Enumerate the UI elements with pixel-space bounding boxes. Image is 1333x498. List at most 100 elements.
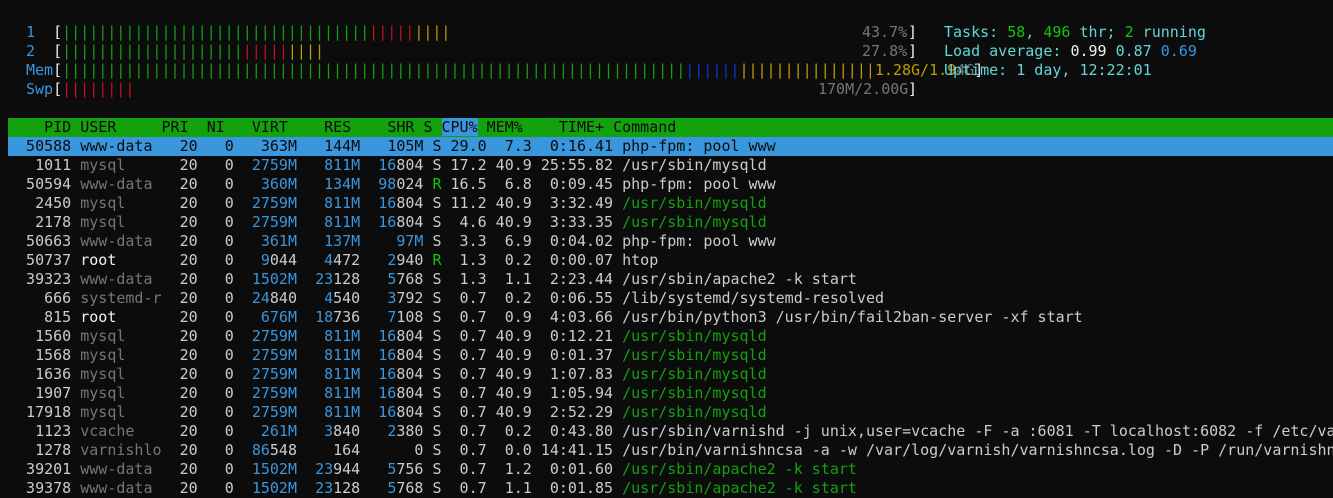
virt-cell: 2759M [251,365,297,383]
process-row[interactable]: 50663 www-data 20 0 361M 137M 97M S 3.3 … [8,232,1333,251]
pid-cell: 1636 [8,365,72,383]
process-row[interactable]: 1568 mysql 20 0 2759M 811M 16804 S 0.7 4… [8,346,1333,365]
res-cell: 811M [324,346,361,364]
shr-cell: 5756 [387,460,424,478]
shr-cell: 3792 [387,289,424,307]
mem-cell: 40.9 [486,346,532,364]
swp-meter: Swp[|||||||| [26,80,135,98]
pri-cell: 20 [161,137,198,155]
cpu-cell: 0.7 [441,308,487,326]
process-row[interactable]: 2450 mysql 20 0 2759M 811M 16804 S 11.2 … [8,194,1333,213]
process-row[interactable]: 1123 vcache 20 0 261M 3840 2380 S 0.7 0.… [8,422,1333,441]
state-cell: S [432,327,442,345]
header-pri[interactable]: PRI [162,118,189,136]
header-shr[interactable]: SHR [387,118,414,136]
time-cell: 0:12.21 [531,327,614,345]
header-mem[interactable]: MEM% [487,118,523,136]
res-cell: 811M [324,327,361,345]
ni-cell: 0 [197,327,234,345]
virt-cell: 261M [260,422,297,440]
user-cell: mysql [80,403,162,421]
pid-cell: 1568 [8,346,72,364]
header-res[interactable]: RES [324,118,351,136]
command-cell: /usr/sbin/mysqld [622,327,767,345]
process-row[interactable]: 815 root 20 0 676M 18736 7108 S 0.7 0.9 … [8,308,1333,327]
user-cell: root [80,251,162,269]
process-row[interactable]: 50588 www-data 20 0 363M 144M 105M S 29.… [8,137,1333,156]
header-time[interactable]: TIME+ [559,118,604,136]
mem-cell: 6.8 [486,175,532,193]
process-row[interactable]: 1636 mysql 20 0 2759M 811M 16804 S 0.7 4… [8,365,1333,384]
process-row[interactable]: 50737 root 20 0 9044 4472 2940 R 1.3 0.2… [8,251,1333,270]
res-cell: 811M [324,365,361,383]
mem-bar-yellow: ||||||||||||||| [739,61,875,79]
shr-cell: 16804 [378,403,424,421]
pri-cell: 20 [161,270,198,288]
pid-cell: 50594 [8,175,72,193]
header-pid[interactable]: PID [44,118,71,136]
header-cpu-sortcol[interactable]: CPU% [441,118,478,136]
user-cell: mysql [80,194,162,212]
res-cell: 144M [324,137,361,155]
ni-cell: 0 [197,251,234,269]
running-label: running [1133,23,1206,41]
user-cell: mysql [80,365,162,383]
res-cell: 4472 [324,251,361,269]
header-command[interactable]: Command [613,118,676,136]
process-row[interactable]: 50594 www-data 20 0 360M 134M 98024 R 16… [8,175,1333,194]
cpu2-bar-red: ||||| [242,42,288,60]
virt-cell: 360M [260,175,297,193]
cpu-cell: 0.7 [441,441,487,459]
process-row[interactable]: 1907 mysql 20 0 2759M 811M 16804 S 0.7 4… [8,384,1333,403]
pid-cell: 1907 [8,384,72,402]
user-cell: www-data [80,175,162,193]
header-virt[interactable]: VIRT [252,118,288,136]
header-user[interactable]: USER [80,118,116,136]
process-row[interactable]: 1011 mysql 20 0 2759M 811M 16804 S 17.2 … [8,156,1333,175]
time-cell: 2:52.29 [531,403,614,421]
mem-cell: 1.2 [486,460,532,478]
virt-cell: 2759M [251,327,297,345]
virt-cell: 1502M [251,479,297,497]
cpu-cell: 4.6 [441,213,487,231]
process-table-header: PID USER PRI NI VIRT RES SHR S CPU% MEM%… [8,118,1333,137]
ni-cell: 0 [197,137,234,155]
state-cell: R [432,175,442,193]
process-row[interactable]: 39201 www-data 20 0 1502M 23944 5756 S 0… [8,460,1333,479]
command-cell: htop [622,251,659,269]
pri-cell: 20 [161,213,198,231]
cpu2-label: 2 [26,42,36,60]
pri-cell: 20 [161,308,198,326]
pri-cell: 20 [161,327,198,345]
tasks-label: Tasks: [944,23,1008,41]
command-cell: php-fpm: pool www [622,137,776,155]
pid-cell: 50737 [8,251,72,269]
res-cell: 23944 [315,460,361,478]
shr-cell: 105M [387,137,424,155]
virt-cell: 2759M [251,384,297,402]
process-row[interactable]: 39323 www-data 20 0 1502M 23128 5768 S 1… [8,270,1333,289]
res-cell: 134M [324,175,361,193]
process-row[interactable]: 666 systemd-r 20 0 24840 4540 3792 S 0.7… [8,289,1333,308]
cpu1-meter: 1 [|||||||||||||||||||||||||||||||||||||… [26,23,451,41]
res-cell: 811M [324,213,361,231]
pid-cell: 1560 [8,327,72,345]
mem-cell: 40.9 [486,327,532,345]
shr-cell: 16804 [378,384,424,402]
res-cell: 811M [324,384,361,402]
command-cell: /usr/sbin/mysqld [622,403,767,421]
shr-cell: 16804 [378,194,424,212]
res-cell: 18736 [315,308,361,326]
process-row[interactable]: 39378 www-data 20 0 1502M 23128 5768 S 0… [8,479,1333,498]
cpu-cell: 1.3 [441,270,487,288]
process-row[interactable]: 1560 mysql 20 0 2759M 811M 16804 S 0.7 4… [8,327,1333,346]
header-ni[interactable]: NI [207,118,225,136]
ni-cell: 0 [197,422,234,440]
process-row[interactable]: 17918 mysql 20 0 2759M 811M 16804 S 0.7 … [8,403,1333,422]
header-s[interactable]: S [423,118,432,136]
process-row[interactable]: 1278 varnishlo 20 0 86548 164 0 S 0.7 0.… [8,441,1333,460]
state-cell: S [432,308,442,326]
process-row[interactable]: 2178 mysql 20 0 2759M 811M 16804 S 4.6 4… [8,213,1333,232]
shr-cell: 16804 [378,327,424,345]
command-cell: php-fpm: pool www [622,232,776,250]
